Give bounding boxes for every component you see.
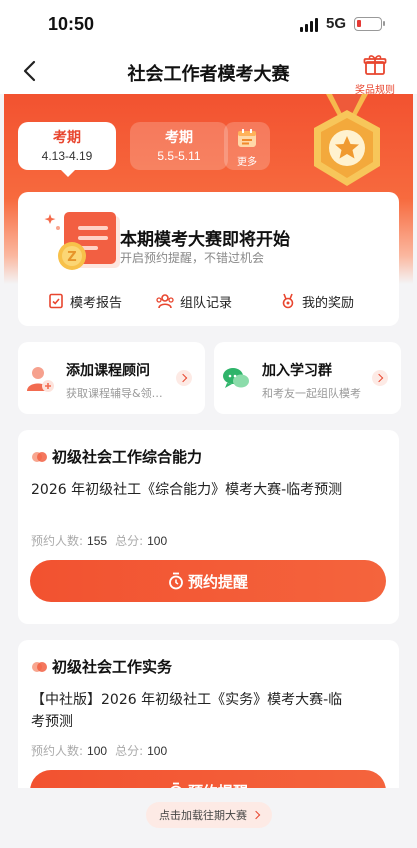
period-tab-current[interactable]: 考期 4.13-4.19 [18, 122, 116, 177]
calendar-icon [238, 129, 256, 147]
mini-card-subtitle: 和考友一起组队模考 [262, 387, 361, 400]
action-label: 模考报告 [70, 295, 123, 311]
chevron-right-icon [372, 370, 388, 386]
action-label: 组队记录 [180, 295, 233, 311]
exam-description: 【中社版】2026 年初级社工《实务》模考大赛-临考预测 [31, 692, 343, 730]
mini-card-title: 加入学习群 [262, 363, 332, 379]
exam-description: 2026 年初级社工《综合能力》模考大赛-临考预测 [31, 482, 343, 498]
total-score: 100 [147, 744, 168, 758]
exam-meta: 预约人数: 100 总分: 100 [31, 742, 175, 759]
exam-report-button[interactable]: 模考报告 [48, 288, 122, 314]
reserve-count: 155 [87, 534, 108, 548]
action-label: 我的奖励 [302, 295, 355, 311]
score-label: 总分: [115, 744, 144, 758]
quick-actions: 模考报告 组队记录 我的奖励 [18, 288, 399, 314]
team-record-button[interactable]: 组队记录 [156, 288, 232, 314]
report-icon [49, 293, 63, 309]
reserve-count: 100 [87, 744, 108, 758]
reminder-button[interactable]: 预约提醒 [30, 560, 386, 602]
reserve-label: 预约人数: [31, 534, 84, 548]
add-advisor-card[interactable]: 添加课程顾问 获取课程辅导&领… [18, 342, 205, 414]
total-score: 100 [147, 534, 168, 548]
reserve-label: 预约人数: [31, 744, 84, 758]
period-name: 考期 [165, 130, 193, 146]
join-group-card[interactable]: 加入学习群 和考友一起组队模考 [214, 342, 401, 414]
more-label: 更多 [237, 157, 257, 168]
load-more-label: 点击加载往期大赛 [159, 809, 247, 822]
period-name: 考期 [53, 130, 81, 146]
bullet-dots-icon [32, 452, 47, 462]
reminder-label: 预约提醒 [187, 572, 248, 591]
exam-title: 初级社会工作实务 [52, 658, 173, 676]
medal-icon [314, 94, 380, 186]
load-past-contests-button[interactable]: 点击加载往期大赛 [146, 802, 272, 828]
team-icon [156, 294, 174, 309]
battery-icon [354, 17, 385, 31]
my-rewards-button[interactable]: 我的奖励 [280, 288, 354, 314]
alarm-clock-icon [169, 572, 183, 590]
reward-icon [282, 293, 294, 309]
prize-rules-button[interactable]: 奖品规则 [350, 54, 400, 96]
footer-bar: 点击加载往期大赛 [4, 788, 413, 848]
advisor-icon [27, 367, 54, 392]
notice-subtitle: 开启预约提醒，不错过机会 [120, 251, 265, 265]
status-time: 10:50 [48, 14, 95, 34]
chat-group-icon [223, 368, 249, 388]
chevron-right-icon [176, 370, 192, 386]
signal-icon [300, 18, 320, 32]
period-dates: 4.13-4.19 [41, 149, 93, 163]
nav-bar: 社会工作者模考大赛 奖品规则 [0, 50, 417, 96]
network-type: 5G [326, 15, 347, 32]
exam-notice-card: Z 本期模考大赛即将开始 开启预约提醒，不错过机会 模考报告 组队记录 我的奖励 [18, 192, 399, 326]
bullet-dots-icon [32, 662, 47, 672]
exam-meta: 预约人数: 155 总分: 100 [31, 532, 175, 549]
chevron-right-icon [251, 810, 261, 820]
period-tab-next[interactable]: 考期 5.5-5.11 [130, 122, 228, 170]
exam-document-icon: Z [44, 212, 120, 270]
period-dates: 5.5-5.11 [157, 149, 201, 163]
status-bar: 10:50 5G [0, 0, 417, 50]
mini-card-title: 添加课程顾问 [66, 363, 150, 379]
gift-icon [363, 55, 387, 75]
score-label: 总分: [115, 534, 144, 548]
battery-level [357, 20, 361, 27]
mini-card-subtitle: 获取课程辅导&领… [66, 387, 163, 400]
svg-text:Z: Z [67, 250, 76, 265]
notice-title: 本期模考大赛即将开始 [120, 230, 290, 250]
exam-card: 初级社会工作综合能力 2026 年初级社工《综合能力》模考大赛-临考预测 预约人… [18, 430, 399, 624]
more-periods-button[interactable]: 更多 [224, 122, 270, 170]
exam-title: 初级社会工作综合能力 [52, 448, 203, 466]
